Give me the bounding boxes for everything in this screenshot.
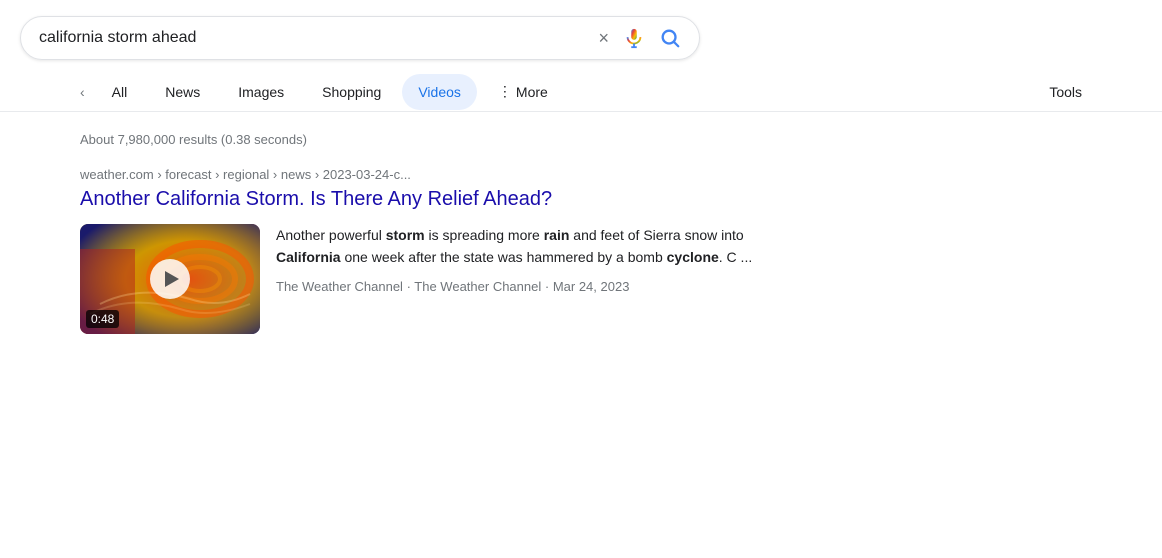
tab-more[interactable]: ⋮ More bbox=[481, 72, 565, 111]
search-icons: × bbox=[598, 27, 681, 49]
back-arrow[interactable]: ‹ bbox=[80, 84, 85, 100]
tab-tools[interactable]: Tools bbox=[1049, 74, 1082, 110]
clear-icon[interactable]: × bbox=[598, 28, 609, 49]
result-source2: The Weather Channel bbox=[414, 279, 541, 294]
mic-icon[interactable] bbox=[623, 27, 645, 49]
tab-more-label: More bbox=[516, 84, 548, 100]
dots-more-icon: ⋮ bbox=[498, 83, 512, 100]
result-separator2: · bbox=[545, 279, 553, 294]
snippet-text-end: . C ... bbox=[719, 249, 752, 265]
tab-shopping[interactable]: Shopping bbox=[305, 73, 398, 111]
search-icon[interactable] bbox=[659, 27, 681, 49]
search-input[interactable]: california storm ahead bbox=[39, 29, 588, 47]
snippet-text-mid2: and feet of Sierra snow into bbox=[569, 227, 743, 243]
tab-images[interactable]: Images bbox=[221, 73, 301, 111]
tab-news[interactable]: News bbox=[148, 73, 217, 111]
snippet-bold-3: California bbox=[276, 249, 341, 265]
result-title[interactable]: Another California Storm. Is There Any R… bbox=[80, 186, 760, 212]
results-area: About 7,980,000 results (0.38 seconds) w… bbox=[0, 112, 1162, 354]
snippet-text-before: Another powerful bbox=[276, 227, 386, 243]
result-source1: The Weather Channel bbox=[276, 279, 403, 294]
snippet-text-mid3: one week after the state was hammered by… bbox=[341, 249, 667, 265]
snippet-text-mid1: is spreading more bbox=[425, 227, 544, 243]
result-snippet: Another powerful storm is spreading more… bbox=[276, 224, 760, 334]
result-breadcrumb: weather.com › forecast › regional › news… bbox=[80, 167, 760, 182]
result-item: weather.com › forecast › regional › news… bbox=[80, 167, 760, 334]
tab-all[interactable]: All bbox=[95, 73, 145, 111]
result-body: 0:48 Another powerful storm is spreading… bbox=[80, 224, 760, 334]
snippet-bold-4: cyclone bbox=[667, 249, 719, 265]
search-box: california storm ahead × bbox=[20, 16, 700, 60]
tab-videos[interactable]: Videos bbox=[402, 74, 477, 110]
tabs-area: ‹ All News Images Shopping Videos ⋮ More… bbox=[0, 72, 1162, 112]
video-duration: 0:48 bbox=[86, 310, 119, 328]
play-button[interactable] bbox=[150, 259, 190, 299]
result-thumbnail[interactable]: 0:48 bbox=[80, 224, 260, 334]
search-bar-area: california storm ahead × bbox=[0, 0, 1162, 72]
result-date: Mar 24, 2023 bbox=[553, 279, 630, 294]
snippet-bold-2: rain bbox=[544, 227, 570, 243]
results-count: About 7,980,000 results (0.38 seconds) bbox=[80, 132, 1082, 147]
snippet-bold-1: storm bbox=[386, 227, 425, 243]
result-meta: The Weather Channel · The Weather Channe… bbox=[276, 277, 760, 298]
